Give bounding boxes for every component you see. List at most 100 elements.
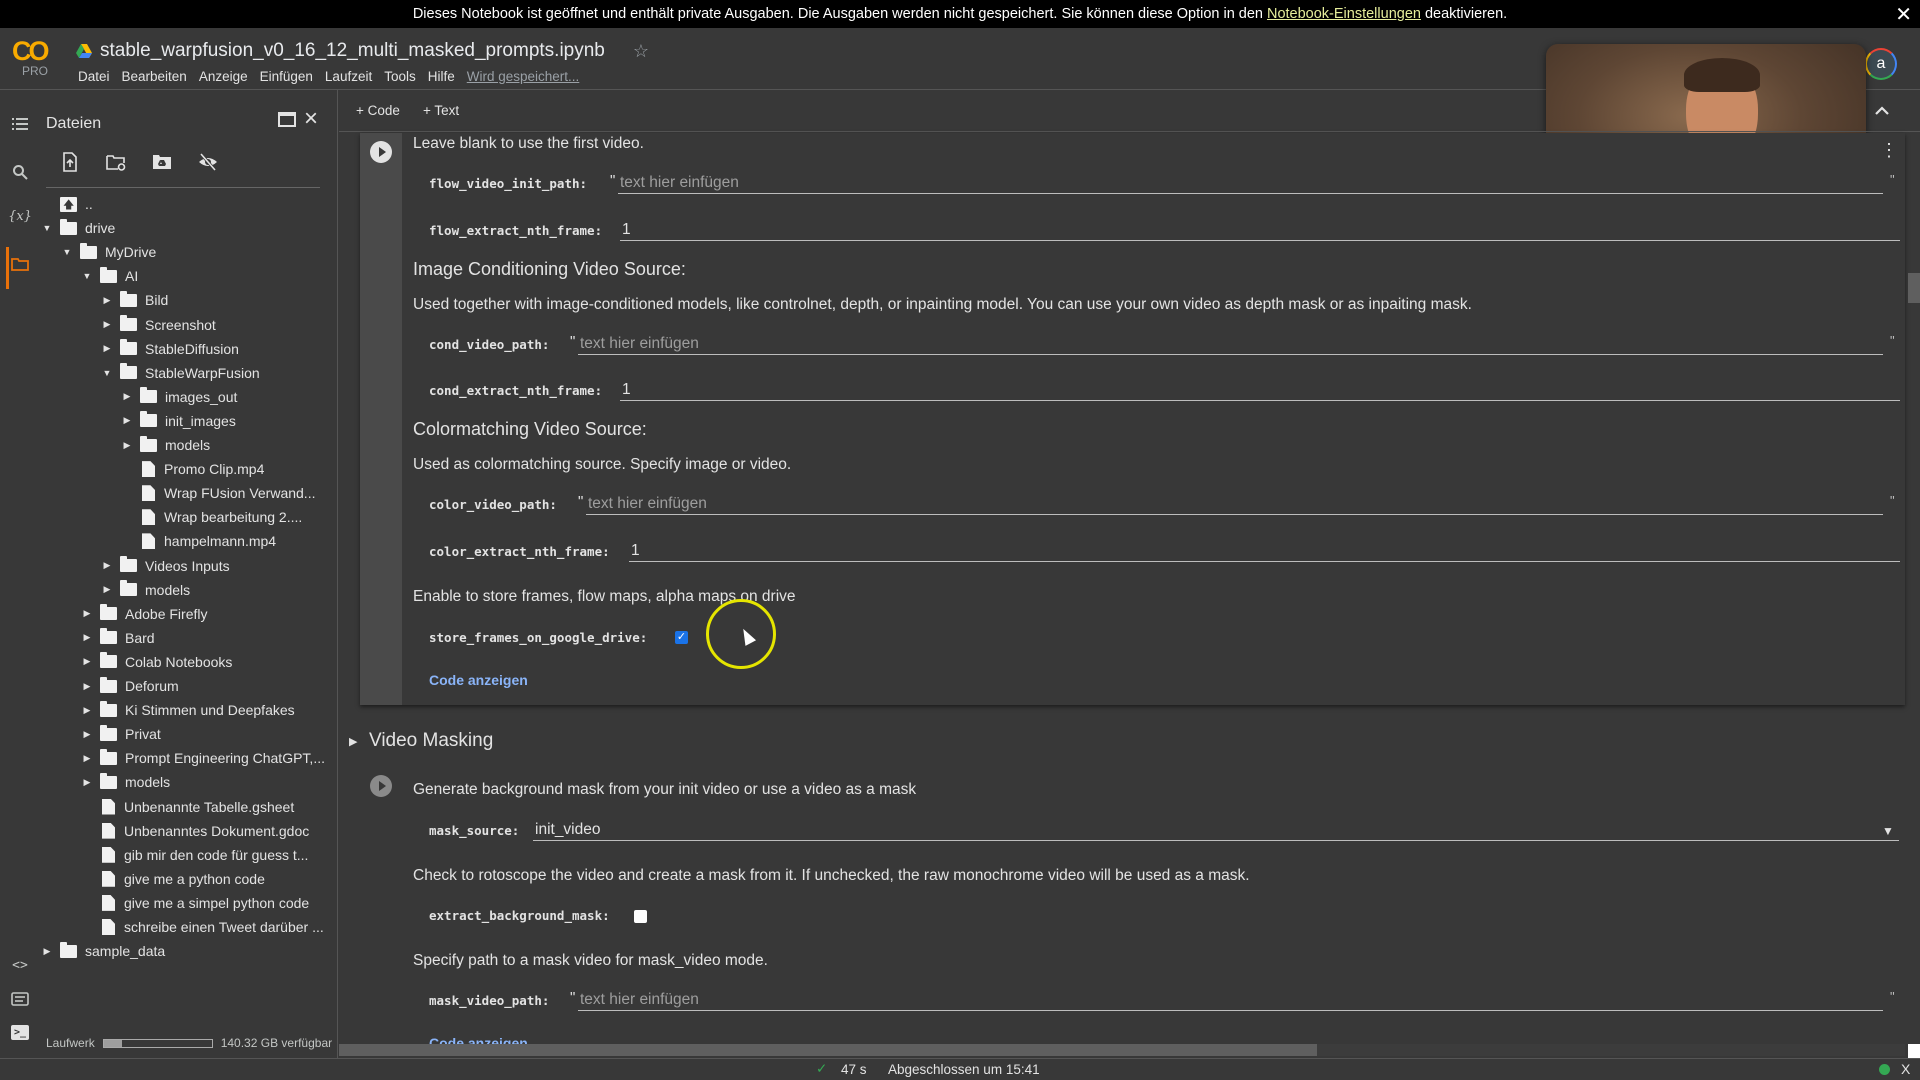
tree-folder[interactable]: ▶ models <box>100 578 190 602</box>
dropdown-arrow-icon[interactable]: ▼ <box>1882 824 1894 838</box>
tree-file[interactable]: hampelmann.mp4 <box>120 529 276 553</box>
tree-file[interactable]: Promo Clip.mp4 <box>120 457 264 481</box>
expanded-arrow-icon[interactable]: ▼ <box>60 247 74 257</box>
add-code-button[interactable]: + Code <box>356 103 400 118</box>
tree-file[interactable]: Unbenannte Tabelle.gsheet <box>80 795 294 819</box>
status-close-button[interactable]: X <box>1901 1061 1910 1077</box>
search-icon[interactable] <box>10 162 30 182</box>
tree-folder[interactable]: ▶ images_out <box>120 385 237 409</box>
collapsed-arrow-icon[interactable]: ▶ <box>80 729 94 740</box>
close-panel-icon[interactable]: × <box>304 105 318 133</box>
tree-folder[interactable]: ▶ Deforum <box>80 674 179 698</box>
show-code-link[interactable]: Code anzeigen <box>429 672 528 688</box>
tree-file[interactable]: Unbenanntes Dokument.gdoc <box>80 819 309 843</box>
terminal-icon[interactable]: >_ <box>11 1025 29 1040</box>
tree-file[interactable]: gib mir den code für guess t... <box>80 843 308 867</box>
menu-datei[interactable]: Datei <box>72 69 116 84</box>
collapsed-arrow-icon[interactable]: ▶ <box>40 946 54 957</box>
cond-video-path-input[interactable] <box>578 333 1883 355</box>
collapsed-arrow-icon[interactable]: ▶ <box>80 681 94 692</box>
tree-folder[interactable]: ▼ AI <box>80 264 138 288</box>
tree-folder[interactable]: ▶ models <box>120 433 210 457</box>
menu-anzeige[interactable]: Anzeige <box>193 69 254 84</box>
account-avatar[interactable]: a <box>1865 48 1897 80</box>
tree-folder[interactable]: ▶ StableDiffusion <box>100 337 239 361</box>
collapsed-arrow-icon[interactable]: ▶ <box>100 319 114 330</box>
colab-logo[interactable]: CO PRO <box>12 38 56 79</box>
menu-laufzeit[interactable]: Laufzeit <box>319 69 378 84</box>
toc-icon[interactable] <box>10 114 30 134</box>
color-video-path-input[interactable] <box>586 493 1883 515</box>
run-cell-button[interactable] <box>370 141 392 163</box>
tree-folder[interactable]: ▶ Screenshot <box>100 313 216 337</box>
collapsed-arrow-icon[interactable]: ▶ <box>80 777 94 788</box>
collapse-header-button[interactable] <box>1875 102 1889 120</box>
collapsed-arrow-icon[interactable]: ▶ <box>100 295 114 306</box>
menu-hilfe[interactable]: Hilfe <box>422 69 461 84</box>
collapsed-arrow-icon[interactable]: ▶ <box>100 560 114 571</box>
mask-video-path-input[interactable] <box>578 989 1883 1011</box>
tree-folder[interactable]: ▶ Ki Stimmen und Deepfakes <box>80 698 295 722</box>
vertical-scrollbar[interactable] <box>1908 273 1920 303</box>
expanded-arrow-icon[interactable]: ▼ <box>100 368 114 378</box>
expanded-arrow-icon[interactable]: ▼ <box>40 223 54 233</box>
tree-folder[interactable]: ▶ Colab Notebooks <box>80 650 232 674</box>
mask-source-select[interactable] <box>533 819 1899 841</box>
flow-video-init-path-input[interactable] <box>618 172 1883 194</box>
collapsed-arrow-icon[interactable]: ▶ <box>80 656 94 667</box>
cond-extract-nth-frame-input[interactable] <box>620 379 1900 401</box>
save-status[interactable]: Wird gespeichert... <box>461 69 586 84</box>
command-palette-icon[interactable] <box>10 989 30 1009</box>
store-frames-checkbox[interactable]: ✓ <box>675 631 688 644</box>
menu-bearbeiten[interactable]: Bearbeiten <box>116 69 193 84</box>
maximize-panel-icon[interactable] <box>278 112 296 127</box>
show-code-link[interactable]: Code anzeigen <box>429 1035 528 1044</box>
tree-folder[interactable]: ▼ StableWarpFusion <box>100 361 260 385</box>
hide-files-icon[interactable] <box>198 152 218 172</box>
tree-file[interactable]: schreibe einen Tweet darüber ... <box>80 915 324 939</box>
section-expand-icon[interactable]: ▶ <box>349 735 357 748</box>
color-extract-nth-frame-input[interactable] <box>629 540 1900 562</box>
collapsed-arrow-icon[interactable]: ▶ <box>120 415 134 426</box>
tree-file[interactable]: Wrap FUsion Verwand... <box>120 481 315 505</box>
run-cell-button[interactable] <box>370 775 392 797</box>
tree-folder[interactable]: ▶ Prompt Engineering ChatGPT,... <box>80 746 325 770</box>
collapsed-arrow-icon[interactable]: ▶ <box>80 632 94 643</box>
tree-folder[interactable]: ▶ init_images <box>120 409 236 433</box>
collapsed-arrow-icon[interactable]: ▶ <box>80 705 94 716</box>
refresh-folder-icon[interactable] <box>106 152 126 172</box>
tree-folder[interactable]: ▶ models <box>80 770 170 794</box>
star-icon[interactable]: ☆ <box>633 41 649 62</box>
collapsed-arrow-icon[interactable]: ▶ <box>120 440 134 451</box>
tree-folder[interactable]: ▶ sample_data <box>40 939 165 963</box>
tree-parent-dir[interactable]: .. <box>40 192 93 216</box>
upload-file-icon[interactable] <box>60 152 80 172</box>
tree-folder[interactable]: ▶ Bild <box>100 288 168 312</box>
menu-einfuegen[interactable]: Einfügen <box>254 69 319 84</box>
notebook-settings-link[interactable]: Notebook-Einstellungen <box>1267 6 1421 22</box>
variables-icon[interactable]: {x} <box>8 206 32 226</box>
tree-folder[interactable]: ▼ drive <box>40 216 115 240</box>
code-snippets-icon[interactable]: <> <box>10 955 30 975</box>
tree-file[interactable]: give me a simpel python code <box>80 891 309 915</box>
tree-file[interactable]: Wrap bearbeitung 2.... <box>120 505 302 529</box>
mount-drive-icon[interactable] <box>152 152 172 172</box>
horizontal-scrollbar[interactable] <box>339 1044 1317 1056</box>
menu-tools[interactable]: Tools <box>378 69 422 84</box>
tree-file[interactable]: give me a python code <box>80 867 265 891</box>
tree-folder[interactable]: ▼ MyDrive <box>60 240 156 264</box>
runtime-status-dot[interactable] <box>1879 1064 1890 1075</box>
collapsed-arrow-icon[interactable]: ▶ <box>80 608 94 619</box>
tree-folder[interactable]: ▶ Adobe Firefly <box>80 602 207 626</box>
extract-background-mask-checkbox[interactable] <box>634 910 647 923</box>
collapsed-arrow-icon[interactable]: ▶ <box>120 391 134 402</box>
banner-close-button[interactable]: ✕ <box>1895 2 1912 27</box>
collapsed-arrow-icon[interactable]: ▶ <box>100 343 114 354</box>
expanded-arrow-icon[interactable]: ▼ <box>80 271 94 281</box>
collapsed-arrow-icon[interactable]: ▶ <box>100 584 114 595</box>
flow-extract-nth-frame-input[interactable] <box>620 219 1900 241</box>
notebook-title[interactable]: stable_warpfusion_v0_16_12_multi_masked_… <box>100 40 605 62</box>
add-text-button[interactable]: + Text <box>423 103 459 118</box>
tree-folder[interactable]: ▶ Bard <box>80 626 155 650</box>
collapsed-arrow-icon[interactable]: ▶ <box>80 753 94 764</box>
